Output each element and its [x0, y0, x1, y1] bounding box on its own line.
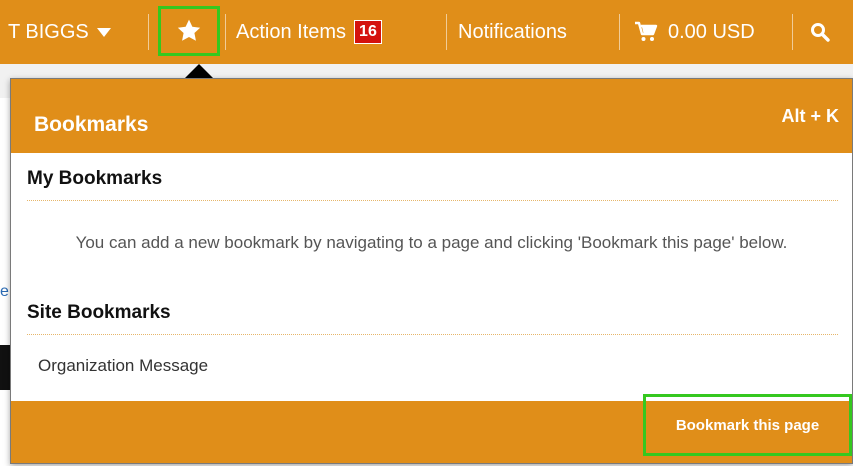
star-icon — [177, 19, 201, 41]
keyboard-shortcut: Alt + K — [781, 106, 839, 126]
divider — [225, 14, 226, 50]
notifications-label: Notifications — [458, 20, 567, 43]
bookmarks-footer: Bookmark this page — [11, 394, 852, 463]
caret-down-icon — [96, 27, 111, 37]
bookmarks-header: Bookmarks Alt + K — [11, 79, 852, 153]
action-items-label: Action Items — [236, 20, 347, 43]
search-button[interactable] — [810, 0, 830, 64]
bookmark-this-page-button[interactable]: Bookmark this page — [643, 394, 852, 456]
action-items-badge: 16 — [354, 20, 382, 44]
action-items-link[interactable]: Action Items 16 — [236, 0, 382, 64]
notifications-link[interactable]: Notifications — [458, 0, 567, 64]
bookmarks-dropdown: Bookmarks Alt + K My Bookmarks You can a… — [10, 78, 853, 464]
divider — [792, 14, 793, 50]
dropdown-pointer — [184, 64, 214, 79]
divider — [148, 14, 149, 50]
search-icon — [811, 23, 830, 42]
my-bookmarks-heading: My Bookmarks — [27, 168, 838, 201]
cart-total: 0.00 USD — [668, 20, 755, 43]
bookmarks-title: Bookmarks — [34, 113, 149, 136]
top-navigation-bar: T BIGGS Action Items 16 Notifications 0.… — [0, 0, 853, 64]
empty-bookmarks-message: You can add a new bookmark by navigating… — [75, 233, 788, 252]
user-name: T BIGGS — [8, 20, 89, 43]
cart-link[interactable]: 0.00 USD — [634, 0, 755, 64]
background-text: e — [0, 283, 9, 300]
divider — [446, 14, 447, 50]
site-bookmarks-heading: Site Bookmarks — [27, 302, 838, 335]
divider — [619, 14, 620, 50]
bookmarks-button[interactable] — [158, 6, 220, 56]
user-menu[interactable]: T BIGGS — [8, 0, 111, 64]
site-bookmark-item[interactable]: Organization Message — [38, 356, 208, 376]
cart-icon — [635, 21, 658, 41]
